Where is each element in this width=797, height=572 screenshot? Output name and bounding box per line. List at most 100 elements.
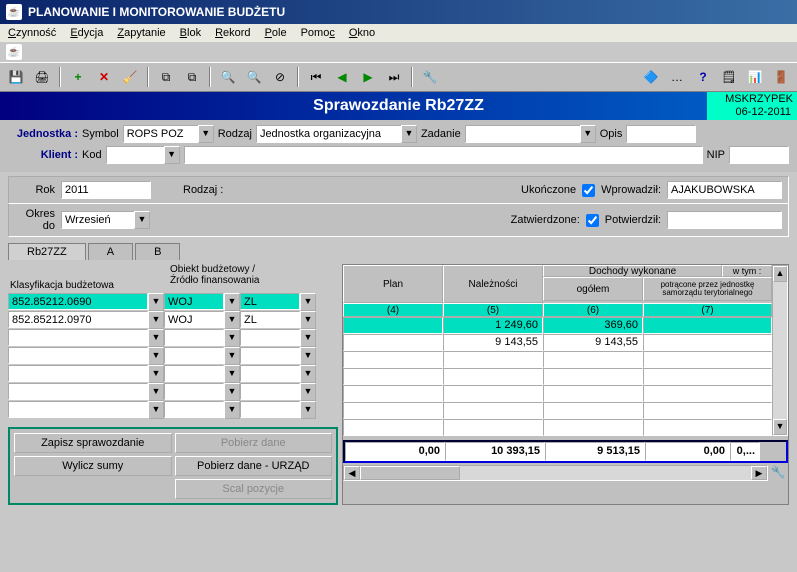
menu-zapytanie[interactable]: Zapytanie [117, 27, 165, 39]
scroll-right-icon[interactable]: ▶ [751, 466, 767, 480]
grid-cell[interactable] [543, 351, 643, 368]
chevron-down-icon[interactable]: ▼ [148, 329, 164, 347]
grid-cell[interactable] [343, 317, 443, 334]
scal-button[interactable]: Scal pozycje [175, 479, 333, 499]
chevron-down-icon[interactable]: ▼ [224, 329, 240, 347]
grid-cell[interactable] [443, 419, 543, 436]
first-icon[interactable]: ⏮ [304, 66, 328, 88]
cls-kod-input[interactable] [8, 365, 148, 382]
kod-dropdown-btn[interactable]: ▼ [164, 146, 180, 164]
copy-icon[interactable]: ⧉ [154, 66, 178, 88]
chevron-down-icon[interactable]: ▼ [300, 311, 316, 329]
grid-vscroll[interactable]: ▲ ▼ [772, 265, 788, 436]
menu-edycja[interactable]: Edycja [70, 27, 103, 39]
paste-icon[interactable]: ⧉ [180, 66, 204, 88]
okres-dropdown-btn[interactable]: ▼ [134, 211, 150, 229]
grid-cell[interactable]: 1 249,60 [443, 317, 543, 334]
pobierz-urzad-button[interactable]: Pobierz dane - URZĄD [175, 456, 333, 476]
chevron-down-icon[interactable]: ▼ [148, 401, 164, 419]
grid-cell[interactable]: 9 143,55 [443, 334, 543, 351]
menu-rekord[interactable]: Rekord [215, 27, 250, 39]
cls-obiekt-input[interactable] [164, 329, 224, 346]
chevron-down-icon[interactable]: ▼ [300, 383, 316, 401]
cls-kod-input[interactable] [8, 401, 148, 418]
wylicz-button[interactable]: Wylicz sumy [14, 456, 172, 476]
grid-cell[interactable] [343, 351, 443, 368]
nip-input[interactable] [729, 146, 789, 164]
cls-zrodlo-input[interactable] [240, 365, 300, 382]
print-icon[interactable]: 🖨 [30, 66, 54, 88]
zapisz-button[interactable]: Zapisz sprawozdanie [14, 433, 172, 453]
ukonczone-checkbox[interactable] [582, 184, 595, 197]
chevron-down-icon[interactable]: ▼ [300, 293, 316, 311]
chevron-down-icon[interactable]: ▼ [224, 365, 240, 383]
cls-obiekt-input[interactable] [164, 365, 224, 382]
scroll-left-icon[interactable]: ◀ [344, 466, 360, 480]
cls-zrodlo-input[interactable] [240, 293, 300, 310]
symbol-dropdown-btn[interactable]: ▼ [198, 125, 214, 143]
rodzaj-dropdown-btn[interactable]: ▼ [401, 125, 417, 143]
chevron-down-icon[interactable]: ▼ [300, 347, 316, 365]
cls-obiekt-input[interactable] [164, 401, 224, 418]
scroll-thumb[interactable] [360, 466, 460, 480]
grid-cell[interactable] [643, 334, 772, 351]
tab-rb27zz[interactable]: Rb27ZZ [8, 243, 86, 260]
exit-icon[interactable]: 🚪 [769, 66, 793, 88]
chevron-down-icon[interactable]: ▼ [224, 311, 240, 329]
grid-cell[interactable] [343, 402, 443, 419]
wprowadzil-input[interactable] [667, 181, 782, 199]
cls-zrodlo-input[interactable] [240, 347, 300, 364]
cls-zrodlo-input[interactable] [240, 311, 300, 328]
grid-cell[interactable] [443, 385, 543, 402]
search-icon[interactable]: 🔍 [216, 66, 240, 88]
scroll-up-icon[interactable]: ▲ [773, 266, 787, 282]
chevron-down-icon[interactable]: ▼ [148, 365, 164, 383]
menu-pole[interactable]: Pole [265, 27, 287, 39]
grid-cell[interactable] [343, 419, 443, 436]
grid-cell[interactable] [643, 419, 772, 436]
chevron-down-icon[interactable]: ▼ [224, 293, 240, 311]
clear-icon[interactable]: 🧹 [118, 66, 142, 88]
menu-okno[interactable]: Okno [349, 27, 375, 39]
cancel-search-icon[interactable]: ⊘ [268, 66, 292, 88]
chevron-down-icon[interactable]: ▼ [224, 347, 240, 365]
zadanie-dropdown-btn[interactable]: ▼ [580, 125, 596, 143]
app1-icon[interactable]: 🔷 [639, 66, 663, 88]
filter-icon[interactable]: 🔍 [242, 66, 266, 88]
add-icon[interactable]: + [66, 66, 90, 88]
grid-cell[interactable]: 9 143,55 [543, 334, 643, 351]
zadanie-input[interactable] [465, 125, 580, 143]
cls-zrodlo-input[interactable] [240, 401, 300, 418]
grid-tool-icon[interactable]: 🔧 [768, 464, 788, 480]
chevron-down-icon[interactable]: ▼ [224, 401, 240, 419]
chart-icon[interactable]: 📊 [743, 66, 767, 88]
save-icon[interactable]: 💾 [4, 66, 28, 88]
grid-cell[interactable] [543, 402, 643, 419]
grid-cell[interactable] [543, 419, 643, 436]
prev-icon[interactable]: ◀ [330, 66, 354, 88]
app2-icon[interactable]: … [665, 66, 689, 88]
cls-obiekt-input[interactable] [164, 293, 224, 310]
help-icon[interactable]: ? [691, 66, 715, 88]
grid-cell[interactable] [543, 385, 643, 402]
klient-name-input[interactable] [184, 146, 703, 164]
pobierz-button[interactable]: Pobierz dane [175, 433, 333, 453]
cls-kod-input[interactable] [8, 347, 148, 364]
cls-kod-input[interactable] [8, 293, 148, 310]
next-icon[interactable]: ▶ [356, 66, 380, 88]
cls-obiekt-input[interactable] [164, 311, 224, 328]
chevron-down-icon[interactable]: ▼ [148, 293, 164, 311]
chevron-down-icon[interactable]: ▼ [300, 329, 316, 347]
grid-cell[interactable] [443, 351, 543, 368]
grid-hscroll[interactable]: ◀ ▶ [343, 465, 768, 481]
grid-cell[interactable] [443, 402, 543, 419]
cls-kod-input[interactable] [8, 311, 148, 328]
potwierdzil-input[interactable] [667, 211, 782, 229]
chevron-down-icon[interactable]: ▼ [148, 311, 164, 329]
scroll-down-icon[interactable]: ▼ [773, 419, 787, 435]
grid-cell[interactable] [443, 368, 543, 385]
chevron-down-icon[interactable]: ▼ [300, 401, 316, 419]
menu-pomoc[interactable]: Pomoc [301, 27, 335, 39]
cls-obiekt-input[interactable] [164, 347, 224, 364]
menu-blok[interactable]: Blok [180, 27, 201, 39]
